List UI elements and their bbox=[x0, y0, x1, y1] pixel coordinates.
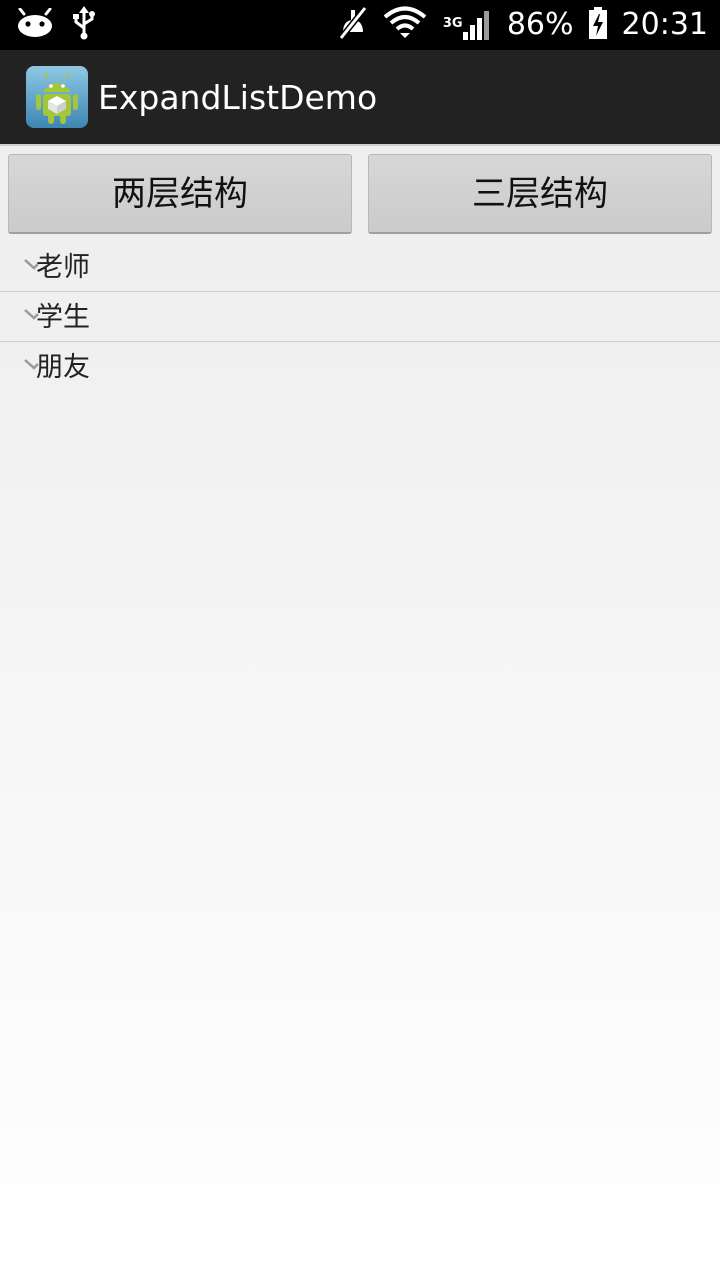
app-title: ExpandListDemo bbox=[98, 78, 378, 117]
status-right: 3G 86% 20:31 bbox=[337, 0, 708, 50]
signal-icon: 3G bbox=[441, 8, 493, 42]
battery-charging-icon bbox=[588, 6, 608, 44]
wifi-icon bbox=[383, 6, 427, 44]
list-group-students[interactable]: 学生 bbox=[0, 292, 720, 342]
list-group-label: 朋友 bbox=[36, 352, 90, 383]
list-group-teachers[interactable]: 老师 bbox=[0, 242, 720, 292]
expandable-list: 老师 学生 朋友 bbox=[0, 242, 720, 392]
two-level-button[interactable]: 两层结构 bbox=[8, 154, 352, 234]
list-group-label: 老师 bbox=[36, 252, 90, 283]
list-group-friends[interactable]: 朋友 bbox=[0, 342, 720, 392]
three-level-button[interactable]: 三层结构 bbox=[368, 154, 712, 234]
list-group-label: 学生 bbox=[36, 302, 90, 333]
battery-percent: 86% bbox=[506, 7, 574, 42]
android-notification-icon bbox=[16, 7, 54, 42]
usb-icon bbox=[72, 6, 96, 44]
action-bar: ExpandListDemo bbox=[0, 50, 720, 146]
status-bar: 3G 86% 20:31 bbox=[0, 0, 720, 50]
clock: 20:31 bbox=[621, 7, 708, 42]
status-left bbox=[16, 6, 96, 44]
android-app-icon[interactable] bbox=[26, 66, 88, 128]
mute-icon bbox=[337, 6, 369, 44]
